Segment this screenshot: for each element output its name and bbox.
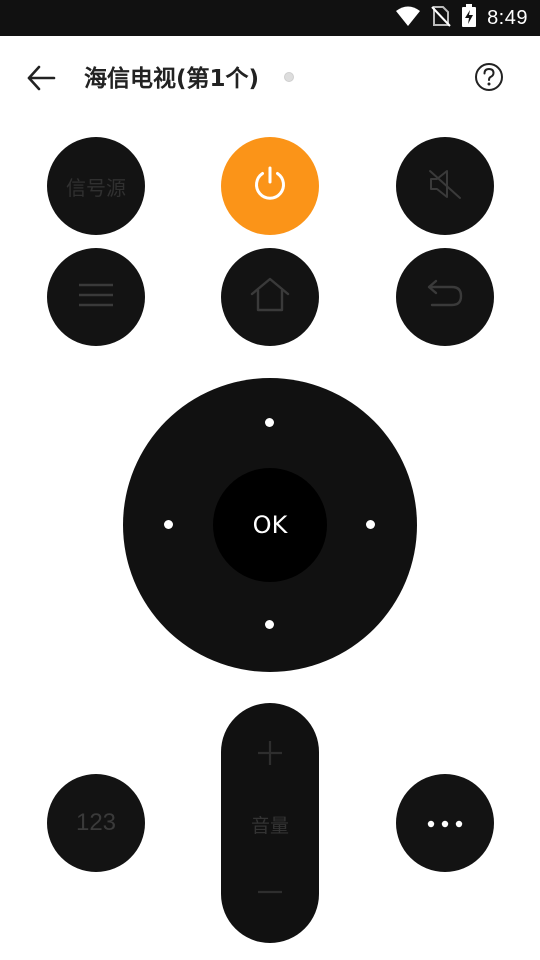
numpad-button[interactable]: 123 <box>47 774 145 872</box>
return-icon <box>424 277 466 317</box>
dpad-up-button[interactable] <box>265 418 274 427</box>
volume-label: 音量 <box>250 815 289 837</box>
volume-up-button[interactable] <box>221 725 319 785</box>
battery-charging-icon <box>461 4 477 32</box>
source-button[interactable]: 信号源 <box>47 137 145 235</box>
page-title: 海信电视(第1个) <box>84 66 260 92</box>
minus-icon <box>256 882 284 901</box>
back-button[interactable] <box>22 61 60 99</box>
return-button[interactable] <box>396 248 494 346</box>
wifi-icon <box>395 5 421 31</box>
volume-mute-icon <box>425 164 465 208</box>
home-button[interactable] <box>221 248 319 346</box>
no-sim-icon <box>431 5 451 31</box>
volume-down-button[interactable] <box>221 861 319 921</box>
help-button[interactable] <box>472 62 506 96</box>
question-circle-icon <box>474 62 504 96</box>
arrow-left-icon <box>26 65 56 95</box>
power-button[interactable] <box>221 137 319 235</box>
connection-status-dot <box>284 72 294 82</box>
ok-button[interactable]: OK <box>213 468 327 582</box>
dpad[interactable]: OK <box>123 378 417 672</box>
volume-rocker: 音量 <box>221 703 319 943</box>
dpad-right-button[interactable] <box>366 520 375 529</box>
more-button[interactable] <box>396 774 494 872</box>
dpad-left-button[interactable] <box>164 520 173 529</box>
dpad-down-button[interactable] <box>265 620 274 629</box>
status-time: 8:49 <box>487 6 528 29</box>
menu-icon <box>76 280 116 314</box>
status-icons: 8:49 <box>395 0 528 36</box>
menu-button[interactable] <box>47 248 145 346</box>
header: 海信电视(第1个) <box>0 36 540 122</box>
numpad-label: 123 <box>75 809 117 836</box>
source-label: 信号源 <box>66 175 126 200</box>
mute-button[interactable] <box>396 137 494 235</box>
power-icon <box>250 164 290 208</box>
status-bar: 8:49 <box>0 0 540 36</box>
home-icon <box>249 276 291 318</box>
plus-icon <box>256 739 284 771</box>
more-dots-icon <box>425 814 465 833</box>
